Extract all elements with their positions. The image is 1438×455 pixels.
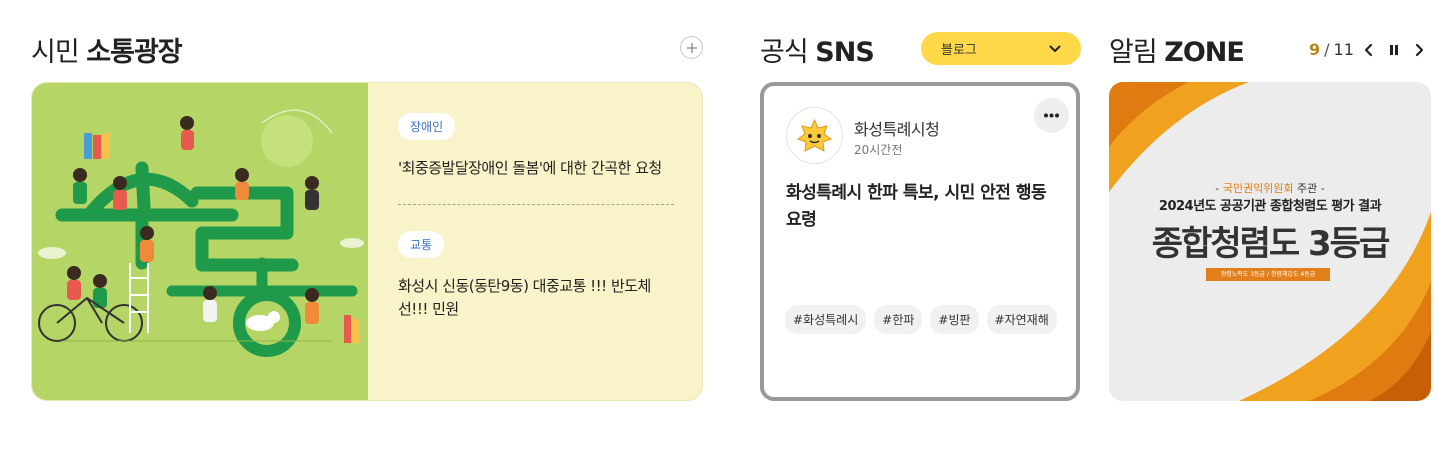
alert-zone-title: 알림 ZONE	[1109, 30, 1245, 69]
post-title[interactable]: 화성시 신동(동탄9동) 대중교통 !!! 반도체선!!! 민원	[398, 275, 674, 321]
total-slides: 11	[1333, 40, 1354, 59]
communication-illustration	[32, 83, 368, 400]
citizen-square-card: 장애인 '최중증발달장애인 돌봄'에 대한 간곡한 요청 교통 화성시 신동(동…	[31, 82, 703, 401]
banner-headline: 종합청렴도 3등급	[1151, 224, 1390, 264]
post-time: 20시간전	[854, 143, 903, 157]
banner-organizer: - 국민권익위원회 주관 -	[1215, 182, 1325, 195]
alert-banner[interactable]: - 국민권익위원회 주관 - 2024년도 공공기관 종합청렴도 평가 결과 종…	[1109, 82, 1431, 401]
sns-post-card[interactable]: 화성특례시청 20시간전 화성특례시 한파 특보, 시민 안전 행동요령 #화성…	[760, 82, 1080, 401]
current-slide: 9	[1309, 40, 1321, 59]
hashtag-list: #화성특례시 #한파 #빙판 #자연재해	[785, 305, 1057, 334]
counter-separator: /	[1324, 40, 1330, 59]
pause-slide-button[interactable]	[1387, 42, 1401, 56]
slide-counter: 9 / 11	[1309, 40, 1354, 59]
post-title[interactable]: '최중증발달장애인 돌봄'에 대한 간곡한 요청	[398, 157, 674, 180]
avatar	[786, 107, 843, 164]
select-value: 블로그	[941, 43, 977, 58]
next-slide-button[interactable]	[1412, 42, 1426, 57]
hashtag[interactable]: #빙판	[930, 305, 979, 334]
hashtag[interactable]: #화성특례시	[785, 305, 867, 334]
more-options-button[interactable]	[1034, 98, 1069, 133]
more-dots-icon	[1044, 113, 1059, 118]
title-bold: ZONE	[1164, 37, 1245, 68]
organizer-suffix: 주관	[1297, 182, 1318, 195]
citizen-posts-list: 장애인 '최중증발달장애인 돌봄'에 대한 간곡한 요청 교통 화성시 신동(동…	[398, 113, 674, 321]
official-sns-title: 공식 SNS	[760, 30, 875, 69]
category-badge: 교통	[398, 231, 445, 258]
list-item[interactable]: 교통 화성시 신동(동탄9동) 대중교통 !!! 반도체선!!! 민원	[398, 231, 674, 321]
chevron-left-icon	[1364, 43, 1373, 57]
account-name: 화성특례시청	[854, 120, 940, 139]
title-light: 알림	[1109, 37, 1158, 68]
title-light: 시민	[31, 37, 80, 68]
hashtag[interactable]: #자연재해	[986, 305, 1057, 334]
organizer-name: 국민권익위원회	[1222, 182, 1294, 195]
chevron-right-icon	[1415, 43, 1424, 57]
pause-icon	[1390, 45, 1398, 55]
title-light: 공식	[760, 37, 809, 68]
chevron-down-icon	[1049, 45, 1061, 52]
banner-detail-strip: 청렴노력도 3등급 / 청렴체감도 4등급	[1206, 268, 1330, 281]
prev-slide-button[interactable]	[1362, 42, 1376, 57]
post-text[interactable]: 화성특례시 한파 특보, 시민 안전 행동요령	[786, 180, 1056, 234]
banner-subtitle: 2024년도 공공기관 종합청렴도 평가 결과	[1158, 199, 1382, 214]
plus-icon	[687, 43, 697, 53]
citizen-square-title: 시민 소통광장	[31, 30, 183, 69]
sns-channel-select[interactable]: 블로그	[921, 32, 1081, 65]
title-bold: SNS	[815, 37, 874, 68]
category-badge: 장애인	[398, 113, 456, 140]
list-item[interactable]: 장애인 '최중증발달장애인 돌봄'에 대한 간곡한 요청	[398, 113, 674, 180]
divider	[398, 204, 674, 205]
hashtag[interactable]: #한파	[874, 305, 923, 334]
title-bold: 소통광장	[86, 37, 182, 68]
more-plus-button[interactable]	[680, 36, 703, 59]
